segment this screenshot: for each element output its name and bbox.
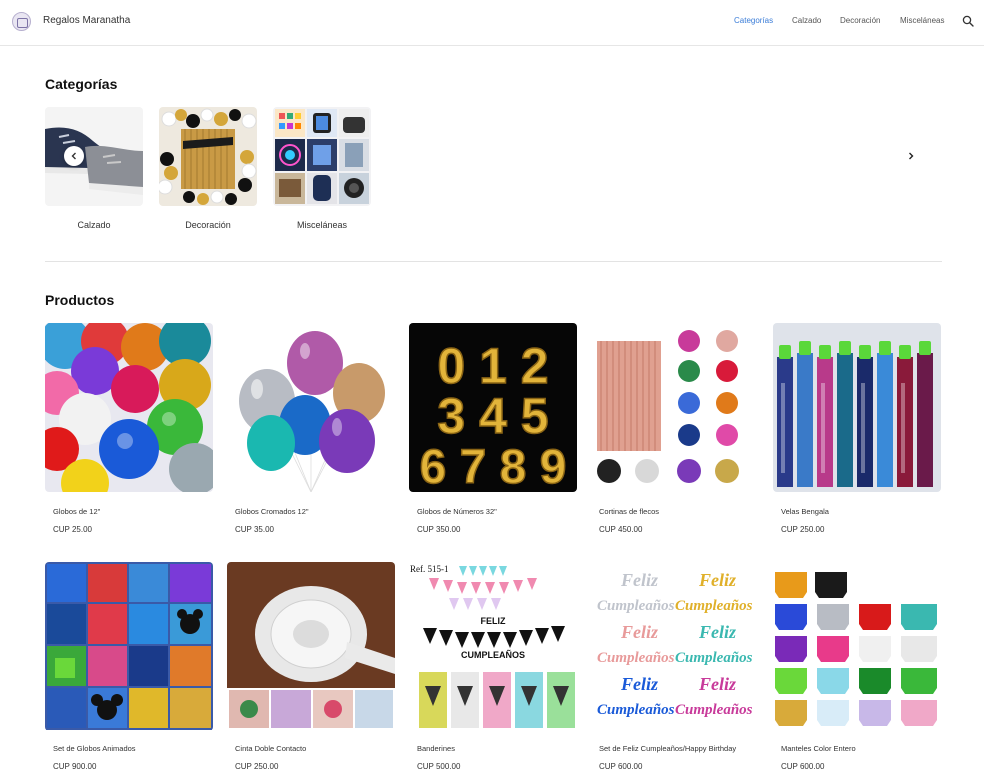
carousel-prev-button[interactable] [64, 146, 84, 166]
svg-text:Cumpleaños: Cumpleaños [597, 702, 675, 718]
svg-text:Cumpleaños: Cumpleaños [675, 598, 753, 614]
product-image-velas-bengala[interactable] [773, 323, 941, 492]
product-image-globos-12[interactable] [45, 323, 213, 492]
carousel-next-button[interactable] [901, 146, 921, 166]
balloon-text-feliz: Feliz [620, 570, 658, 590]
category-image-decoracion[interactable] [159, 107, 257, 206]
number-balloons-row-1: 0 1 2 [437, 338, 548, 394]
product-image-manteles[interactable] [773, 562, 941, 731]
product-name[interactable]: Cortinas de flecos [599, 507, 659, 516]
product-price: CUP 500.00 [417, 762, 461, 771]
product-price: CUP 450.00 [599, 525, 643, 534]
product-price: CUP 350.00 [417, 525, 461, 534]
balloon-text-cumpleanos: Cumpleaños [597, 598, 675, 614]
brand-name[interactable]: Regalos Maranatha [43, 15, 130, 26]
number-balloons-row-3: 6 7 8 9 [420, 441, 567, 492]
product-name[interactable]: Velas Bengala [781, 507, 829, 516]
chevron-left-icon [71, 152, 76, 160]
product-image-globos-animados[interactable] [45, 562, 213, 731]
product-image-cinta-doble[interactable] [227, 562, 395, 731]
svg-text:Feliz: Feliz [620, 674, 658, 694]
nav-item-calzado[interactable]: Calzado [792, 16, 821, 25]
products-title: Productos [45, 292, 115, 308]
product-name[interactable]: Cinta Doble Contacto [235, 744, 306, 753]
svg-text:Cumpleaños: Cumpleaños [597, 650, 675, 666]
category-image-miscelaneas[interactable] [273, 107, 371, 206]
product-price: CUP 600.00 [599, 762, 643, 771]
nav-item-decoracion[interactable]: Decoración [840, 16, 880, 25]
product-price: CUP 250.00 [235, 762, 279, 771]
chevron-right-icon [909, 152, 914, 160]
svg-text:Feliz: Feliz [698, 674, 736, 694]
product-name[interactable]: Globos de 12" [53, 507, 100, 516]
product-price: CUP 250.00 [781, 525, 825, 534]
product-name[interactable]: Banderines [417, 744, 455, 753]
product-image-banderines[interactable]: Ref. 515-1 FELIZ CUMPLEAÑOS [409, 562, 577, 731]
product-name[interactable]: Globos Cromados 12" [235, 507, 309, 516]
categories-title: Categorías [45, 76, 118, 92]
banner-text-cumpleanos: CUMPLEAÑOS [461, 650, 525, 660]
product-image-cortinas[interactable] [591, 323, 759, 492]
product-name[interactable]: Set de Feliz Cumpleaños/Happy Birthday [599, 744, 736, 753]
brand-logo-icon[interactable] [12, 12, 31, 31]
category-label-miscelaneas[interactable]: Misceláneas [273, 220, 371, 230]
product-name[interactable]: Globos de Números 32" [417, 507, 497, 516]
svg-text:Cumpleaños: Cumpleaños [675, 650, 753, 666]
search-icon[interactable] [962, 15, 974, 27]
svg-text:Feliz: Feliz [620, 622, 658, 642]
svg-text:Cumpleaños: Cumpleaños [675, 702, 753, 718]
svg-text:Feliz: Feliz [698, 622, 736, 642]
product-name[interactable]: Set de Globos Animados [53, 744, 136, 753]
ref-label: Ref. 515-1 [410, 564, 449, 574]
product-image-feliz-cumpleanos[interactable]: Feliz Cumpleaños Feliz Cumpleaños Feliz … [591, 562, 759, 731]
product-price: CUP 35.00 [235, 525, 274, 534]
site-header: Regalos Maranatha Categorías Calzado Dec… [0, 0, 984, 46]
product-price: CUP 25.00 [53, 525, 92, 534]
category-label-calzado[interactable]: Calzado [45, 220, 143, 230]
category-image-calzado[interactable] [45, 107, 143, 206]
product-price: CUP 600.00 [781, 762, 825, 771]
number-balloons-row-2: 3 4 5 [437, 388, 548, 444]
product-name[interactable]: Manteles Color Entero [781, 744, 856, 753]
product-image-globos-cromados[interactable] [227, 323, 395, 492]
svg-text:Feliz: Feliz [698, 570, 736, 590]
banner-text-feliz: FELIZ [481, 616, 506, 626]
category-label-decoracion[interactable]: Decoración [159, 220, 257, 230]
product-image-globos-numeros[interactable]: 0 1 2 3 4 5 6 7 8 9 [409, 323, 577, 492]
nav-item-categorias[interactable]: Categorías [734, 16, 773, 25]
product-price: CUP 900.00 [53, 762, 97, 771]
nav-item-miscelaneas[interactable]: Misceláneas [900, 16, 944, 25]
section-divider [45, 261, 942, 262]
